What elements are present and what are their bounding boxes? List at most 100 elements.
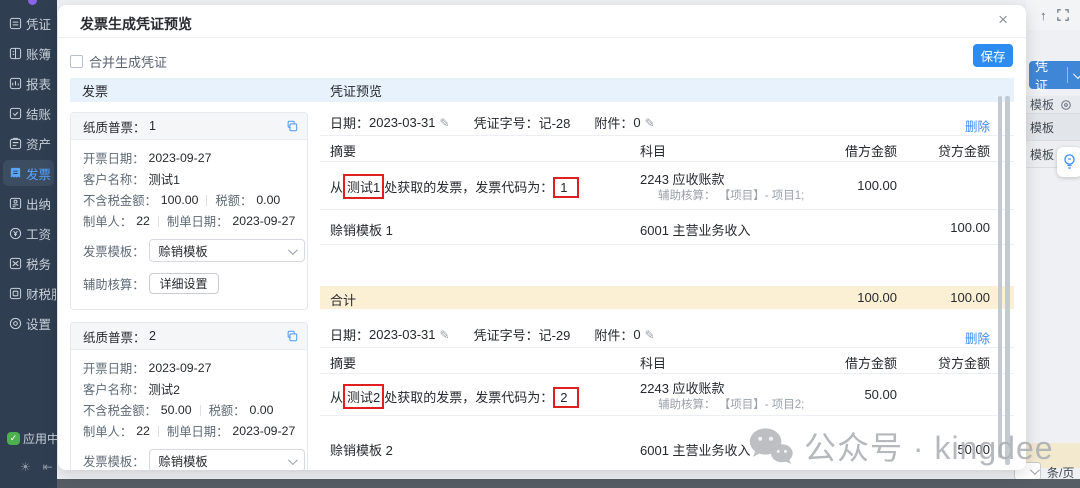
sidebar-item-tax[interactable]: 税务 <box>0 248 57 278</box>
field-value: 0.00 <box>249 403 273 417</box>
voucher-no: 记-28 <box>539 113 571 132</box>
aux-accounting-row: 辅助核算： 详细设置 <box>83 273 219 294</box>
entry-debit: 100.00 <box>857 178 897 193</box>
edit-date-icon[interactable]: ✎ <box>440 116 450 130</box>
sidebar-item-tax-service[interactable]: 财税服务 <box>0 278 57 308</box>
preview-scrollbar[interactable] <box>998 96 1002 458</box>
field-label: 税额： <box>209 401 246 419</box>
chevron-down-icon <box>1030 465 1040 475</box>
field-label: 不含税金额： <box>83 401 157 419</box>
invoice-card-header: 纸质普票： 2 <box>71 323 307 350</box>
sidebar-item-voucher[interactable]: 凭证 <box>0 8 57 38</box>
merge-generate-label: 合并生成凭证 <box>89 52 167 71</box>
merge-generate-checkbox[interactable] <box>70 55 83 68</box>
background-table-row[interactable]: 模板 <box>1026 114 1080 141</box>
invoice-template-select[interactable]: 赊销模板 <box>149 239 305 262</box>
voucher-date: 2023-03-31 <box>369 327 436 342</box>
field-label: 制单人： <box>83 422 132 440</box>
logo-dot <box>28 0 37 5</box>
app-center-item[interactable]: ✓ 应用中心 <box>0 430 57 447</box>
field-label: 发票模板： <box>83 452 145 470</box>
invoice-template-select[interactable]: 赊销模板 <box>149 449 305 470</box>
sidebar-item-label: 资产 <box>26 134 51 153</box>
sidebar-item-invoice[interactable]: 发票 <box>0 158 57 188</box>
entry-summary: 赊销模板 1 <box>330 220 393 239</box>
field-label: 开票日期： <box>83 359 145 377</box>
sidebar: 凭证 账簿 报表 结账 资产 发票 出纳 工资 <box>0 0 57 488</box>
voucher-date: 2023-03-31 <box>369 115 436 130</box>
page-topbar: ↑ <box>1026 0 1080 30</box>
field-label: 发票模板： <box>83 242 145 260</box>
field-label: 客户名称： <box>83 380 145 398</box>
sidebar-item-payroll[interactable]: 工资 <box>0 218 57 248</box>
sidebar-item-settings[interactable]: 设置 <box>0 308 57 338</box>
sidebar-item-ledger[interactable]: 账簿 <box>0 38 57 68</box>
generate-voucher-button[interactable]: 凭证 <box>1029 61 1080 89</box>
divider <box>58 37 1026 38</box>
summary-text: 从 <box>330 180 343 195</box>
voucher-total-row: 合计 100.00 100.00 <box>320 286 1014 309</box>
debit-column-header: 借方金额 <box>845 141 897 160</box>
delete-voucher-link[interactable]: 删除 <box>965 116 990 135</box>
delete-voucher-link[interactable]: 删除 <box>965 328 990 347</box>
sidebar-item-assets[interactable]: 资产 <box>0 128 57 158</box>
preparer-field: 制单人： 22 制单日期： 2023-09-27 <box>83 422 295 440</box>
entry-summary: 赊销模板 2 <box>330 440 393 459</box>
entry-aux: 辅助核算： 【项目】- 项目1; <box>658 187 804 203</box>
voucher-entry-row[interactable]: 赊销模板 2 6001 主营业务收入 50.00 <box>320 416 1014 470</box>
sidebar-item-label: 税务 <box>26 254 51 273</box>
field-value: 2023-09-27 <box>149 361 212 375</box>
invoice-template-row: 发票模板： 赊销模板 <box>83 239 305 262</box>
edit-date-icon[interactable]: ✎ <box>440 328 450 342</box>
selected-template: 赊销模板 <box>159 242 208 260</box>
scroll-top-icon[interactable]: ↑ <box>1040 8 1047 23</box>
voucher-entry-row[interactable]: 从测试1处获取的发票，发票代码为：1 2243 应收账款 辅助核算： 【项目】-… <box>320 162 1014 210</box>
annotation-box: 2 <box>553 387 578 408</box>
close-icon[interactable]: × <box>998 11 1008 28</box>
field-label: 客户名称： <box>83 170 145 188</box>
voucher-table-header: 摘要 科目 借方金额 贷方金额 <box>320 136 1014 162</box>
edit-attachment-icon[interactable]: ✎ <box>645 116 655 130</box>
sidebar-nav: 凭证 账簿 报表 结账 资产 发票 出纳 工资 <box>0 8 57 338</box>
sidebar-item-label: 财税服务 <box>26 284 57 303</box>
dialog-title: 发票生成凭证预览 <box>80 14 192 34</box>
entry-summary: 从测试2处获取的发票，发票代码为：2 <box>330 387 579 406</box>
help-bulb-button[interactable] <box>1057 147 1080 177</box>
sidebar-item-closing[interactable]: 结账 <box>0 98 57 128</box>
copy-icon[interactable] <box>286 120 298 132</box>
lightbulb-icon <box>1062 153 1077 171</box>
entry-debit: 50.00 <box>864 387 897 402</box>
field-value: 100.00 <box>161 193 199 207</box>
invoice-date-field: 开票日期： 2023-09-27 <box>83 149 211 167</box>
date-label: 日期： <box>330 325 369 344</box>
summary-column-header: 摘要 <box>330 353 356 372</box>
amount-tax-field: 不含税金额： 50.00 税额： 0.00 <box>83 401 273 419</box>
attachment-label: 附件： <box>594 113 633 132</box>
sidebar-item-report[interactable]: 报表 <box>0 68 57 98</box>
sidebar-item-cashier[interactable]: 出纳 <box>0 188 57 218</box>
voucher-no-label: 凭证字号： <box>474 113 539 132</box>
detail-settings-button[interactable]: 详细设置 <box>149 273 219 294</box>
collapse-sidebar-icon[interactable]: ⇤ <box>43 460 53 474</box>
cashier-icon <box>9 197 22 210</box>
total-credit: 100.00 <box>950 290 990 305</box>
voucher-preview-1: 日期： 2023-03-31 ✎ 凭证字号： 记-28 附件： 0 ✎ 删除 摘… <box>320 110 1014 309</box>
voucher-entry-row[interactable]: 从测试2处获取的发票，发票代码为：2 2243 应收账款 辅助核算： 【项目】-… <box>320 374 1014 416</box>
chevron-down-icon <box>1073 69 1080 79</box>
voucher-empty-row[interactable] <box>320 245 1014 286</box>
voucher-entry-row[interactable]: 赊销模板 1 6001 主营业务收入 100.00 <box>320 210 1014 245</box>
invoice-icon <box>9 167 22 180</box>
button-divider <box>1067 67 1068 83</box>
attachment-count: 0 <box>633 327 640 342</box>
field-value: 测试2 <box>149 380 180 398</box>
fullscreen-icon[interactable] <box>1057 9 1069 21</box>
modal-scrollbar[interactable] <box>1005 96 1010 465</box>
edit-attachment-icon[interactable]: ✎ <box>645 328 655 342</box>
invoice-section-header: 发票 <box>82 81 108 100</box>
copy-icon[interactable] <box>286 330 298 342</box>
template-cell: 模板 <box>1030 146 1054 163</box>
save-button[interactable]: 保存 <box>973 44 1013 67</box>
annotation-box: 测试1 <box>343 174 384 199</box>
theme-icon[interactable]: ☀ <box>20 460 31 474</box>
gear-icon[interactable] <box>1060 99 1072 111</box>
